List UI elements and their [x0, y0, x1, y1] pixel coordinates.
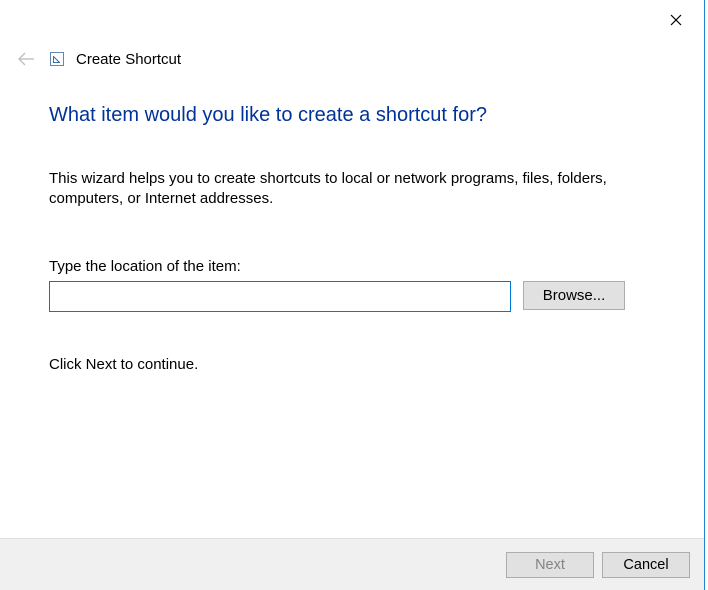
close-icon	[670, 14, 682, 26]
browse-button[interactable]: Browse...	[523, 281, 625, 310]
next-button: Next	[506, 552, 594, 578]
cancel-button[interactable]: Cancel	[602, 552, 690, 578]
location-input[interactable]	[49, 281, 511, 312]
dialog-content: What item would you like to create a sho…	[49, 104, 655, 373]
location-label: Type the location of the item:	[49, 258, 655, 275]
dialog-footer: Next Cancel	[0, 538, 704, 590]
wizard-heading: What item would you like to create a sho…	[49, 104, 655, 127]
back-arrow-icon	[17, 52, 35, 66]
create-shortcut-dialog: Create Shortcut What item would you like…	[0, 0, 705, 590]
dialog-title: Create Shortcut	[76, 51, 181, 68]
back-button	[14, 47, 38, 71]
wizard-description: This wizard helps you to create shortcut…	[49, 169, 609, 210]
shortcut-icon	[50, 52, 64, 66]
continue-hint: Click Next to continue.	[49, 356, 655, 373]
location-input-row: Browse...	[49, 281, 655, 312]
close-button[interactable]	[666, 10, 686, 30]
dialog-header: Create Shortcut	[14, 47, 181, 71]
